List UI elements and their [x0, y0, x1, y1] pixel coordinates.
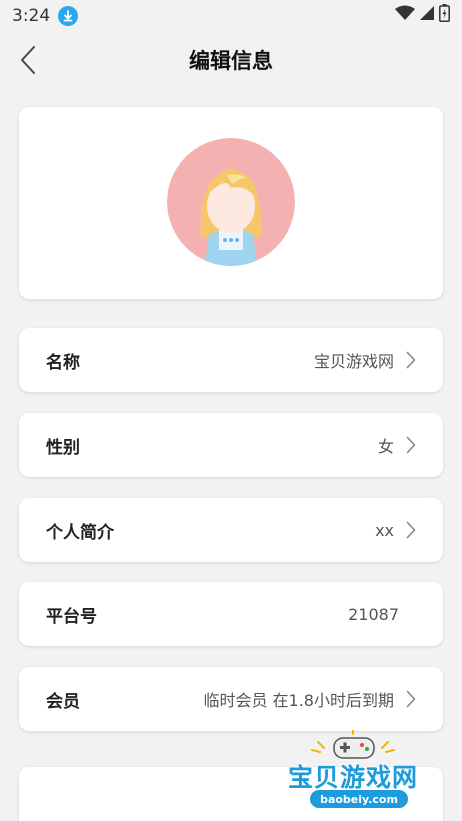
status-time: 3:24	[12, 5, 51, 26]
status-bar: 3:24	[0, 0, 462, 31]
row-label-gender: 性别	[46, 437, 80, 458]
row-platform-id: 平台号 21087	[19, 582, 443, 646]
row-value-name: 宝贝游戏网	[313, 352, 394, 371]
watermark: 宝贝游戏网 baobeiy.com	[284, 730, 432, 821]
avatar-card	[19, 107, 443, 299]
watermark-title: 宝贝游戏网	[288, 763, 419, 792]
row-label-bio: 个人简介	[46, 522, 114, 543]
row-value-membership: 临时会员 在1.8小时后到期	[203, 691, 394, 710]
row-name[interactable]: 名称 宝贝游戏网	[19, 328, 443, 392]
row-label-membership: 会员	[46, 691, 80, 712]
row-value-platform-id: 21087	[348, 604, 399, 624]
page-title: 编辑信息	[189, 49, 273, 73]
row-value-gender: 女	[377, 437, 394, 456]
wifi-icon	[395, 5, 415, 26]
row-label-name: 名称	[46, 352, 80, 373]
chevron-right-icon	[406, 521, 416, 539]
battery-icon	[439, 4, 450, 27]
row-membership[interactable]: 会员 临时会员 在1.8小时后到期	[19, 667, 443, 731]
chevron-right-icon	[406, 690, 416, 708]
row-value-bio: xx	[375, 520, 394, 540]
chevron-right-icon	[406, 436, 416, 454]
row-gender[interactable]: 性别 女	[19, 413, 443, 477]
download-icon	[58, 5, 79, 26]
watermark-url: baobeiy.com	[310, 790, 408, 808]
nav-bar: 编辑信息	[0, 31, 462, 89]
chevron-right-icon	[406, 351, 416, 369]
row-label-platform-id: 平台号	[46, 606, 97, 627]
signal-icon	[419, 5, 435, 26]
avatar[interactable]	[167, 138, 295, 266]
row-bio[interactable]: 个人简介 xx	[19, 498, 443, 562]
